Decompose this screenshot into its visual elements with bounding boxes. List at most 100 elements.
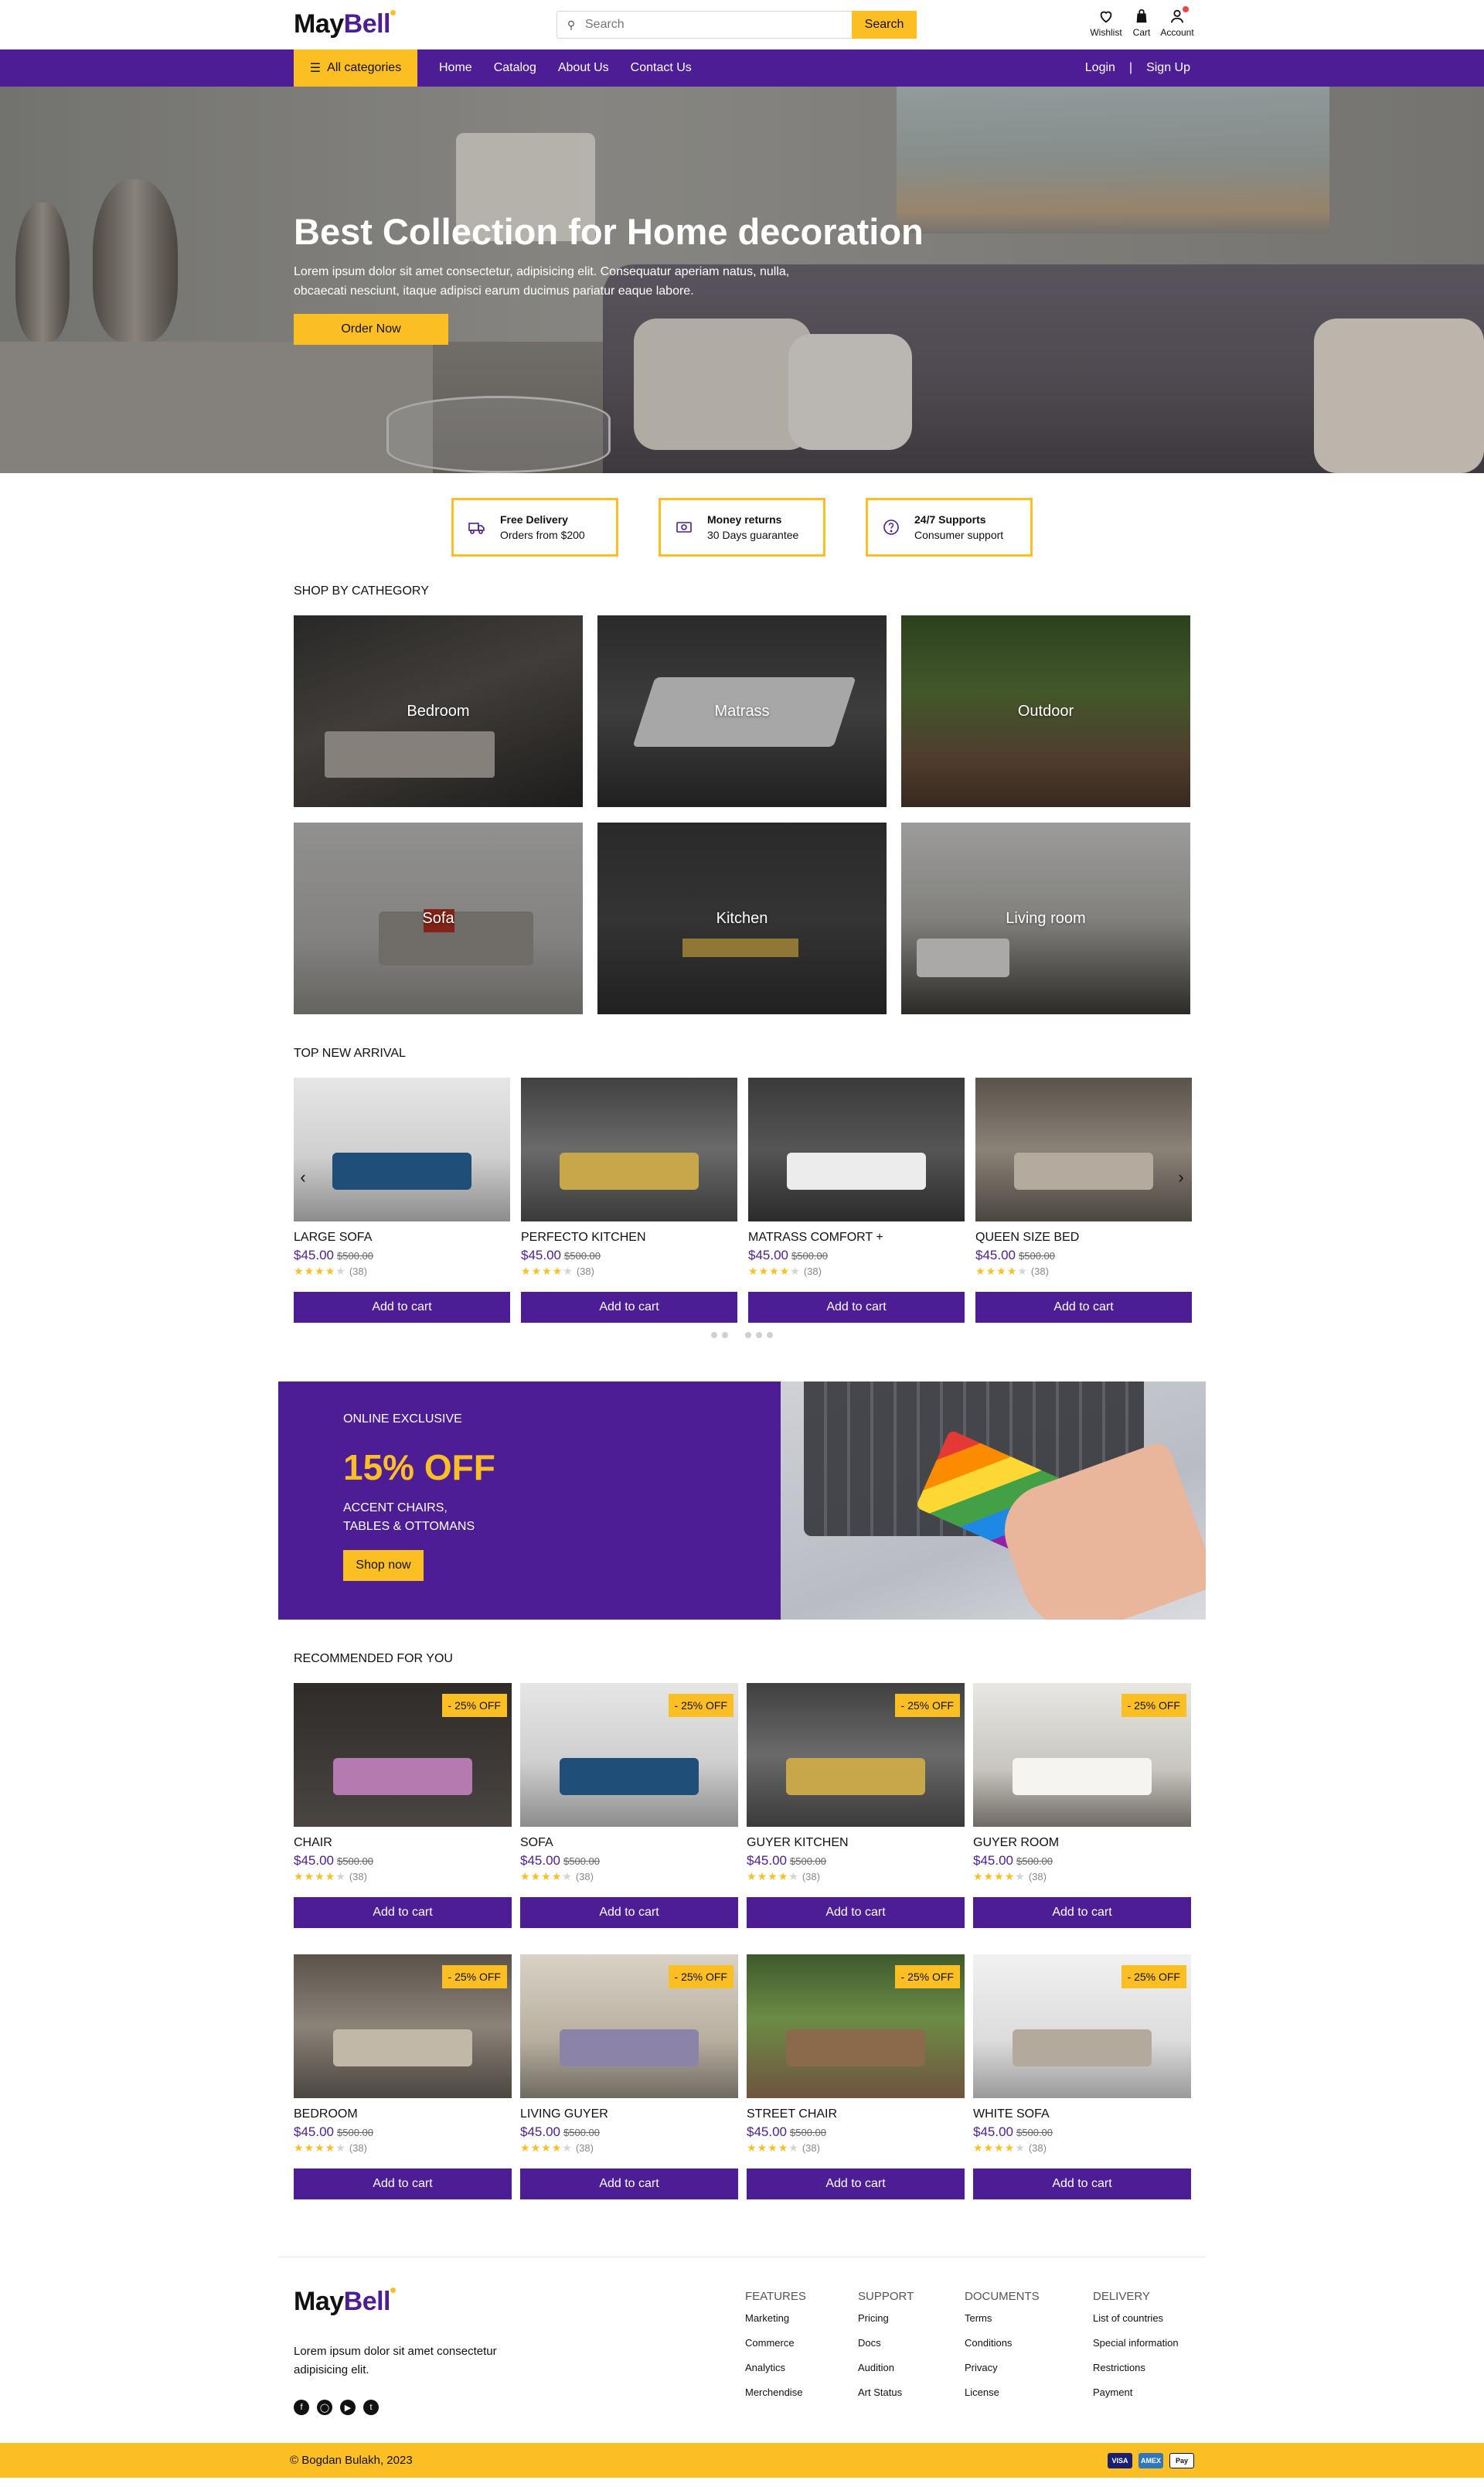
footer-link[interactable]: Docs xyxy=(858,2337,965,2349)
add-to-cart-button[interactable]: Add to cart xyxy=(748,1292,965,1323)
product-name[interactable]: MATRASS COMFORT + xyxy=(748,1231,965,1245)
add-to-cart-button[interactable]: Add to cart xyxy=(520,1897,738,1928)
footer-link[interactable]: Special information xyxy=(1093,2337,1193,2349)
footer-link[interactable]: Merchendise xyxy=(745,2386,858,2398)
product-image[interactable]: - 25% OFF xyxy=(294,1683,512,1827)
footer-link[interactable]: List of countries xyxy=(1093,2312,1193,2324)
product-name[interactable]: LARGE SOFA xyxy=(294,1231,510,1245)
category-card-matrass[interactable]: Matrass xyxy=(597,615,887,807)
category-card-kitchen[interactable]: Kitchen xyxy=(597,823,887,1014)
add-to-cart-button[interactable]: Add to cart xyxy=(294,1897,512,1928)
add-to-cart-button[interactable]: Add to cart xyxy=(521,1292,737,1323)
product-image[interactable]: - 25% OFF xyxy=(520,1954,738,2098)
product-name[interactable]: STREET CHAIR xyxy=(747,2107,965,2121)
product-card[interactable]: PERFECTO KITCHEN $45.00 $500.00 ★★★★★ (38) Ad… xyxy=(521,1078,737,1323)
category-card-bedroom[interactable]: Bedroom xyxy=(294,615,583,807)
product-image[interactable]: - 25% OFF xyxy=(747,1954,965,2098)
product-name[interactable]: LIVING GUYER xyxy=(520,2107,738,2121)
footer-link[interactable]: Restrictions xyxy=(1093,2362,1193,2373)
all-categories-button[interactable]: ☰ All categories xyxy=(294,49,417,87)
product-card[interactable]: - 25% OFF WHITE SOFA $45.00 $500.00 ★★★★★ (38… xyxy=(973,1954,1191,2199)
instagram-icon[interactable]: ◯ xyxy=(317,2400,332,2415)
product-name[interactable]: QUEEN SIZE BED xyxy=(975,1231,1192,1245)
twitter-icon[interactable]: t xyxy=(363,2400,379,2415)
category-card-sofa[interactable]: Sofa xyxy=(294,823,583,1014)
product-name[interactable]: BEDROOM xyxy=(294,2107,512,2121)
product-name[interactable]: SOFA xyxy=(520,1836,738,1850)
carousel-next-button[interactable]: › xyxy=(1172,1166,1190,1189)
product-card[interactable]: - 25% OFF GUYER ROOM $45.00 $500.00 ★★★★★ (38… xyxy=(973,1683,1191,1928)
product-image[interactable]: - 25% OFF xyxy=(294,1954,512,2098)
review-count: (38) xyxy=(575,1871,594,1882)
product-card[interactable]: LARGE SOFA $45.00 $500.00 ★★★★★ (38) Add to c… xyxy=(294,1078,510,1323)
signup-link[interactable]: Sign Up xyxy=(1146,61,1190,75)
product-card[interactable]: - 25% OFF SOFA $45.00 $500.00 ★★★★★ (38) Add t… xyxy=(520,1683,738,1928)
product-name[interactable]: CHAIR xyxy=(294,1836,512,1850)
footer-logo[interactable]: MayBell xyxy=(294,2287,396,2317)
footer-link[interactable]: Terms xyxy=(965,2312,1093,2324)
footer-link[interactable]: Payment xyxy=(1093,2386,1193,2398)
product-name[interactable]: PERFECTO KITCHEN xyxy=(521,1231,737,1245)
add-to-cart-button[interactable]: Add to cart xyxy=(975,1292,1192,1323)
footer-link[interactable]: Privacy xyxy=(965,2362,1093,2373)
product-image[interactable]: - 25% OFF xyxy=(747,1683,965,1827)
carousel-dot[interactable] xyxy=(711,1332,717,1338)
product-card[interactable]: - 25% OFF BEDROOM $45.00 $500.00 ★★★★★ (38) Ad… xyxy=(294,1954,512,2199)
product-name[interactable]: WHITE SOFA xyxy=(973,2107,1191,2121)
search-input[interactable] xyxy=(585,18,852,32)
product-card[interactable]: MATRASS COMFORT + $45.00 $500.00 ★★★★★ (38) A… xyxy=(748,1078,965,1323)
carousel-dot[interactable] xyxy=(767,1332,773,1338)
add-to-cart-button[interactable]: Add to cart xyxy=(294,1292,510,1323)
logo[interactable]: MayBell xyxy=(294,9,396,39)
carousel-dot[interactable] xyxy=(745,1332,751,1338)
add-to-cart-button[interactable]: Add to cart xyxy=(294,2168,512,2199)
product-image[interactable] xyxy=(975,1078,1192,1221)
wishlist-button[interactable]: Wishlist xyxy=(1090,8,1122,38)
category-card-living-room[interactable]: Living room xyxy=(901,823,1190,1014)
category-card-outdoor[interactable]: Outdoor xyxy=(901,615,1190,807)
product-name[interactable]: GUYER ROOM xyxy=(973,1836,1191,1850)
product-image[interactable]: - 25% OFF xyxy=(973,1954,1191,2098)
login-link[interactable]: Login xyxy=(1085,61,1115,75)
add-to-cart-button[interactable]: Add to cart xyxy=(520,2168,738,2199)
nav-link-about[interactable]: About Us xyxy=(558,61,609,75)
footer-link[interactable]: Analytics xyxy=(745,2362,858,2373)
footer-link[interactable]: Art Status xyxy=(858,2386,965,2398)
product-card[interactable]: - 25% OFF CHAIR $45.00 $500.00 ★★★★★ (38) Add … xyxy=(294,1683,512,1928)
footer-link[interactable]: Conditions xyxy=(965,2337,1093,2349)
add-to-cart-button[interactable]: Add to cart xyxy=(973,2168,1191,2199)
account-button[interactable]: Account xyxy=(1160,6,1194,38)
carousel-prev-button[interactable]: ‹ xyxy=(294,1166,312,1189)
add-to-cart-button[interactable]: Add to cart xyxy=(747,2168,965,2199)
search-button[interactable]: Search xyxy=(852,11,917,39)
nav-link-catalog[interactable]: Catalog xyxy=(494,61,536,75)
product-card[interactable]: QUEEN SIZE BED $45.00 $500.00 ★★★★★ (38) Add … xyxy=(975,1078,1192,1323)
product-image[interactable] xyxy=(294,1078,510,1221)
cart-button[interactable]: Cart xyxy=(1128,8,1155,38)
product-card[interactable]: - 25% OFF GUYER KITCHEN $45.00 $500.00 ★★★★★… xyxy=(747,1683,965,1928)
shop-now-button[interactable]: Shop now xyxy=(343,1550,424,1581)
footer-link[interactable]: Marketing xyxy=(745,2312,858,2324)
order-now-button[interactable]: Order Now xyxy=(294,313,448,345)
product-image[interactable]: - 25% OFF xyxy=(520,1683,738,1827)
carousel-dot[interactable] xyxy=(756,1332,762,1338)
nav-link-contact[interactable]: Contact Us xyxy=(631,61,692,75)
footer-link[interactable]: Audition xyxy=(858,2362,965,2373)
product-card[interactable]: - 25% OFF STREET CHAIR $45.00 $500.00 ★★★★★(… xyxy=(747,1954,965,2199)
footer-link[interactable]: Pricing xyxy=(858,2312,965,2324)
youtube-icon[interactable]: ▶ xyxy=(340,2400,356,2415)
carousel-dot[interactable] xyxy=(722,1332,728,1338)
footer-link[interactable]: License xyxy=(965,2386,1093,2398)
facebook-icon[interactable]: f xyxy=(294,2400,309,2415)
review-count: (38) xyxy=(1028,1871,1047,1882)
rating-stars: ★★★★★ (38) xyxy=(521,1265,737,1278)
product-name[interactable]: GUYER KITCHEN xyxy=(747,1836,965,1850)
product-card[interactable]: - 25% OFF LIVING GUYER $45.00 $500.00 ★★★★★(… xyxy=(520,1954,738,2199)
nav-link-home[interactable]: Home xyxy=(439,61,472,75)
product-image[interactable]: - 25% OFF xyxy=(973,1683,1191,1827)
product-image[interactable] xyxy=(521,1078,737,1221)
add-to-cart-button[interactable]: Add to cart xyxy=(973,1897,1191,1928)
footer-link[interactable]: Commerce xyxy=(745,2337,858,2349)
add-to-cart-button[interactable]: Add to cart xyxy=(747,1897,965,1928)
product-image[interactable] xyxy=(748,1078,965,1221)
